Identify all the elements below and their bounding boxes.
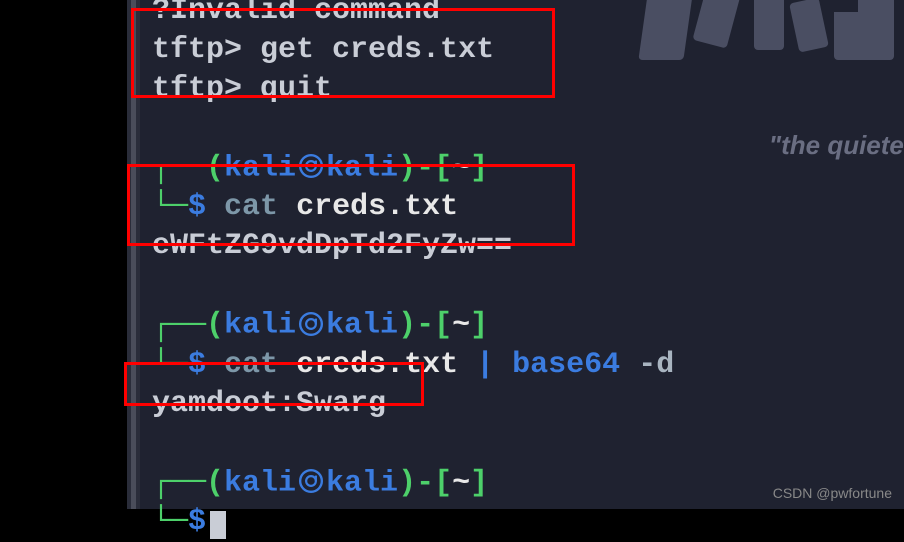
blank-line <box>152 266 674 305</box>
kali-tagline: "the quieter <box>769 130 904 161</box>
terminal-content[interactable]: ?Invalid command tftp> get creds.txt tft… <box>152 0 674 542</box>
ps1-top-2: ┌──(kalikali)-[~] <box>152 305 674 345</box>
user-at-icon <box>296 148 326 187</box>
cursor <box>210 511 226 539</box>
blank-line <box>152 109 674 148</box>
ps1-cmd-3[interactable]: └─$ <box>152 503 674 542</box>
ps1-cmd-2: └─$ cat creds.txt | base64 -d <box>152 346 674 385</box>
output-line: ?Invalid command <box>152 0 674 31</box>
user-at-icon <box>296 463 326 502</box>
ps1-top-3: ┌──(kalikali)-[~] <box>152 463 674 503</box>
tftp-line-2: tftp> quit <box>152 70 674 109</box>
output-b64: eWFtZG9vdDpTd2FyZw== <box>152 227 674 266</box>
tftp-line-1: tftp> get creds.txt <box>152 31 674 70</box>
output-decoded: yamdoot:Swarg <box>152 385 674 424</box>
watermark: CSDN @pwfortune <box>773 485 892 501</box>
ps1-top-1: ┌──(kalikali)-[~] <box>152 148 674 188</box>
ps1-cmd-1: └─$ cat creds.txt <box>152 188 674 227</box>
blank-line <box>152 424 674 463</box>
scrollbar-thumb[interactable] <box>131 0 136 509</box>
user-at-icon <box>296 305 326 344</box>
left-panel <box>0 0 127 509</box>
